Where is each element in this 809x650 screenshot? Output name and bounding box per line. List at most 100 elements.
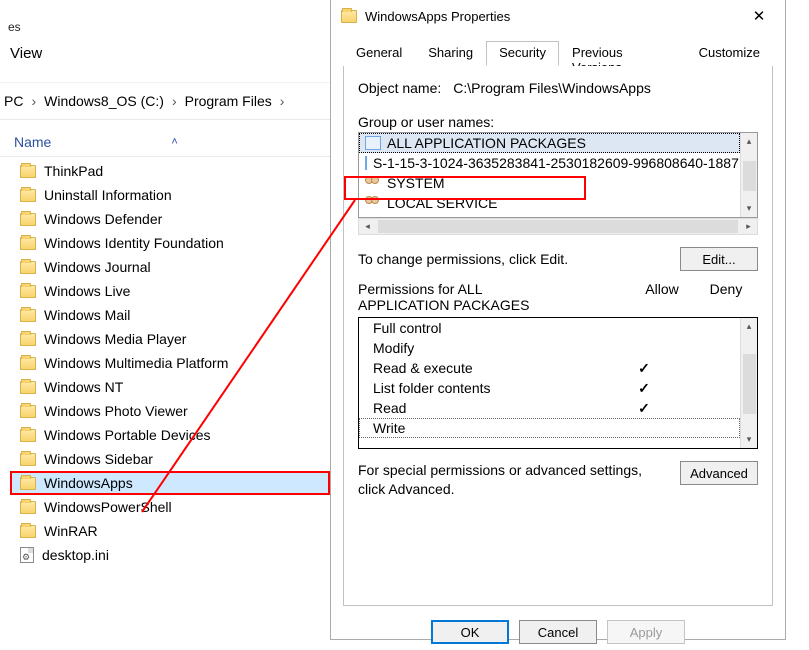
folder-icon [20, 213, 36, 226]
permission-row[interactable]: Read & execute✓ [359, 358, 740, 378]
tab-general[interactable]: General [343, 41, 415, 66]
tab-customize[interactable]: Customize [686, 41, 773, 66]
cancel-button[interactable]: Cancel [519, 620, 597, 644]
file-name: WindowsPowerShell [44, 499, 172, 515]
file-row[interactable]: Windows Sidebar [10, 447, 330, 471]
principal-item[interactable]: ALL APPLICATION PACKAGES [359, 133, 740, 153]
apply-button[interactable]: Apply [607, 620, 685, 644]
file-name: Windows Sidebar [44, 451, 153, 467]
tab-security[interactable]: Security [486, 41, 559, 66]
permission-row[interactable]: Write [359, 418, 740, 438]
column-allow-header: Allow [630, 281, 694, 313]
advanced-button[interactable]: Advanced [680, 461, 758, 485]
explorer-title-fragment: es [0, 14, 330, 37]
close-button[interactable]: ✕ [737, 2, 781, 30]
permission-label: List folder contents [373, 380, 612, 396]
scroll-left-arrow-icon[interactable]: ◂ [359, 219, 376, 234]
scrollbar-thumb[interactable] [743, 354, 756, 414]
file-row[interactable]: WindowsPowerShell [10, 495, 330, 519]
file-row[interactable]: WinRAR [10, 519, 330, 543]
scroll-right-arrow-icon[interactable]: ▸ [740, 219, 757, 234]
vertical-scrollbar[interactable]: ▴ ▾ [740, 318, 757, 448]
file-row[interactable]: Windows NT [10, 375, 330, 399]
principal-item[interactable]: SYSTEM [359, 173, 740, 193]
folder-icon [20, 429, 36, 442]
tab-previous-versions[interactable]: Previous Versions [559, 41, 686, 66]
file-row[interactable]: Uninstall Information [10, 183, 330, 207]
permission-row[interactable]: List folder contents✓ [359, 378, 740, 398]
group-icon [365, 136, 381, 150]
permission-row[interactable]: Modify [359, 338, 740, 358]
object-name-label: Object name: [358, 80, 441, 96]
file-name: Windows Mail [44, 307, 130, 323]
breadcrumb-segment[interactable]: Windows8_OS (C:) [44, 93, 164, 109]
folder-icon [20, 381, 36, 394]
edit-button[interactable]: Edit... [680, 247, 758, 271]
permission-label: Full control [373, 320, 612, 336]
principals-listbox[interactable]: ALL APPLICATION PACKAGES S-1-15-3-1024-36… [359, 133, 740, 217]
permissions-listbox[interactable]: Full controlModifyRead & execute✓List fo… [359, 318, 740, 448]
file-row[interactable]: Windows Identity Foundation [10, 231, 330, 255]
chevron-right-icon: › [280, 93, 285, 109]
file-row[interactable]: Windows Media Player [10, 327, 330, 351]
dialog-body: GeneralSharingSecurityPrevious VersionsC… [331, 32, 785, 650]
file-row[interactable]: Windows Photo Viewer [10, 399, 330, 423]
group-icon [365, 156, 367, 170]
file-row[interactable]: Windows Journal [10, 255, 330, 279]
view-menu[interactable]: View [0, 37, 330, 82]
principal-item[interactable]: S-1-15-3-1024-3635283841-2530182609-9968… [359, 153, 740, 173]
column-header-name[interactable]: Name ˄ [0, 119, 330, 157]
edit-hint: To change permissions, click Edit. [358, 251, 568, 267]
horizontal-scrollbar[interactable]: ◂ ▸ [358, 218, 758, 235]
file-row[interactable]: Windows Live [10, 279, 330, 303]
permission-label: Read [373, 400, 612, 416]
column-deny-header: Deny [694, 281, 758, 313]
principal-item[interactable]: LOCAL SERVICE [359, 193, 740, 213]
scroll-down-arrow-icon[interactable]: ▾ [741, 431, 757, 448]
folder-icon [20, 261, 36, 274]
principal-label: ALL APPLICATION PACKAGES [387, 135, 586, 151]
file-row[interactable]: WindowsApps [10, 471, 330, 495]
file-row[interactable]: Windows Multimedia Platform [10, 351, 330, 375]
breadcrumb[interactable]: PC › Windows8_OS (C:) › Program Files › [0, 87, 330, 119]
file-name: Windows Multimedia Platform [44, 355, 228, 371]
users-icon [365, 176, 381, 190]
file-row[interactable]: Windows Defender [10, 207, 330, 231]
file-row[interactable]: desktop.ini [10, 543, 330, 567]
tab-sharing[interactable]: Sharing [415, 41, 486, 66]
permission-label: Write [373, 420, 612, 436]
file-name: WindowsApps [44, 475, 133, 491]
folder-icon [20, 237, 36, 250]
ok-button[interactable]: OK [431, 620, 509, 644]
scroll-up-arrow-icon[interactable]: ▴ [741, 318, 757, 335]
sort-ascending-icon: ˄ [171, 136, 177, 148]
dialog-title: WindowsApps Properties [365, 9, 737, 24]
file-list: ThinkPad Uninstall InformationWindows Def… [0, 157, 330, 567]
scrollbar-thumb[interactable] [378, 220, 738, 233]
file-name: desktop.ini [42, 547, 109, 563]
config-file-icon [20, 547, 34, 563]
principal-label: S-1-15-3-1024-3635283841-2530182609-9968… [373, 155, 739, 171]
file-row[interactable]: Windows Mail [10, 303, 330, 327]
permission-row[interactable]: Full control [359, 318, 740, 338]
folder-icon [20, 285, 36, 298]
folder-icon [20, 501, 36, 514]
principal-label: SYSTEM [387, 175, 445, 191]
chevron-right-icon: › [172, 93, 177, 109]
permission-row[interactable]: Read✓ [359, 398, 740, 418]
scroll-down-arrow-icon[interactable]: ▾ [741, 200, 757, 217]
breadcrumb-segment[interactable]: Program Files [185, 93, 272, 109]
file-row[interactable]: ThinkPad [10, 159, 330, 183]
scroll-up-arrow-icon[interactable]: ▴ [741, 133, 757, 150]
permission-label: Modify [373, 340, 612, 356]
file-row[interactable]: Windows Portable Devices [10, 423, 330, 447]
file-name: ThinkPad [44, 163, 103, 179]
breadcrumb-segment[interactable]: PC [4, 93, 23, 109]
advanced-hint: For special permissions or advanced sett… [358, 461, 670, 499]
permission-allow-cell: ✓ [612, 360, 676, 377]
security-tab-content: Object name: C:\Program Files\WindowsApp… [343, 66, 773, 606]
scrollbar-thumb[interactable] [743, 161, 756, 191]
vertical-scrollbar[interactable]: ▴ ▾ [740, 133, 757, 217]
permission-allow-cell: ✓ [612, 380, 676, 397]
users-icon [365, 196, 381, 210]
